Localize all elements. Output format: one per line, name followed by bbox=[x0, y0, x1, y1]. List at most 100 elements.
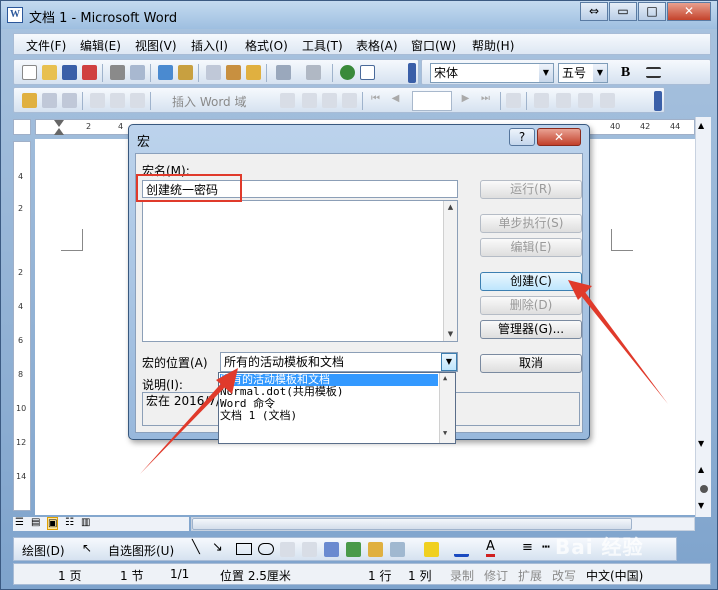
merge-to-document-icon[interactable] bbox=[534, 93, 549, 108]
scroll-down-icon[interactable]: ▼ bbox=[698, 439, 704, 448]
toolbar-options-icon[interactable] bbox=[408, 63, 416, 83]
chevron-down-icon[interactable]: ▼ bbox=[593, 64, 607, 82]
print-icon[interactable] bbox=[110, 65, 125, 80]
vertical-scrollbar[interactable]: ▲ ▼ ▲ ▼ bbox=[695, 117, 711, 517]
next-record-icon[interactable]: ▶ bbox=[458, 93, 473, 108]
delete-button[interactable]: 删除(D) bbox=[480, 296, 582, 315]
insert-word-field-menu[interactable]: 插入 Word 域 bbox=[172, 93, 246, 110]
macro-list-scrollbar[interactable]: ▲ ▼ bbox=[443, 201, 457, 341]
menu-file[interactable]: 文件(F) bbox=[26, 37, 66, 54]
scroll-down-icon[interactable]: ▼ bbox=[444, 328, 457, 341]
select-objects-icon[interactable]: ↖ bbox=[82, 541, 92, 555]
normal-view-icon[interactable]: ☰ bbox=[15, 517, 24, 528]
find-entry-icon[interactable] bbox=[506, 93, 521, 108]
horizontal-scrollbar[interactable] bbox=[191, 517, 695, 531]
tab-selector[interactable] bbox=[13, 119, 31, 135]
bold-button[interactable]: B bbox=[618, 65, 633, 80]
web-layout-icon[interactable]: ▤ bbox=[31, 517, 40, 528]
scroll-down-icon[interactable]: ▼ bbox=[443, 429, 447, 437]
undo-icon[interactable] bbox=[276, 65, 291, 80]
oval-icon[interactable] bbox=[258, 543, 274, 555]
fill-color-icon[interactable] bbox=[424, 542, 439, 557]
open-folder-icon[interactable] bbox=[42, 65, 57, 80]
font-color-icon[interactable]: A bbox=[486, 540, 495, 557]
copy-icon[interactable] bbox=[206, 65, 221, 80]
edit-button[interactable]: 编辑(E) bbox=[480, 238, 582, 257]
run-button[interactable]: 运行(R) bbox=[480, 180, 582, 199]
view-merged-data-icon[interactable] bbox=[280, 93, 295, 108]
vertical-ruler[interactable]: 4 2 2 4 6 8 10 12 14 bbox=[13, 141, 31, 511]
restore-down-icon[interactable]: ⇔ bbox=[580, 2, 608, 21]
arrow-icon[interactable]: ↘ bbox=[212, 540, 223, 555]
propagate-labels-icon[interactable] bbox=[342, 93, 357, 108]
first-record-icon[interactable]: ⏮ bbox=[368, 93, 383, 108]
browse-object-icon[interactable] bbox=[700, 485, 708, 493]
menu-format[interactable]: 格式(O) bbox=[245, 37, 288, 54]
previous-record-icon[interactable]: ◀ bbox=[388, 93, 403, 108]
status-overtype[interactable]: 改写 bbox=[552, 567, 576, 584]
status-track-changes[interactable]: 修订 bbox=[484, 567, 508, 584]
insert-picture-icon[interactable] bbox=[390, 542, 405, 557]
chevron-down-icon[interactable]: ▼ bbox=[441, 353, 457, 371]
macro-location-select[interactable]: 所有的活动模板和文档 ▼ bbox=[220, 352, 458, 372]
rectangle-icon[interactable] bbox=[236, 543, 252, 555]
save-icon[interactable] bbox=[62, 65, 77, 80]
menu-insert[interactable]: 插入(I) bbox=[191, 37, 228, 54]
merge-to-fax-icon[interactable] bbox=[600, 93, 615, 108]
print-layout-icon[interactable]: ▣ bbox=[47, 517, 59, 530]
paste-icon[interactable] bbox=[226, 65, 241, 80]
step-into-button[interactable]: 单步执行(S) bbox=[480, 214, 582, 233]
help-button[interactable]: ? bbox=[509, 128, 535, 146]
recipients-icon[interactable] bbox=[62, 93, 77, 108]
insert-fields-icon[interactable] bbox=[130, 93, 145, 108]
clip-art-icon[interactable] bbox=[368, 542, 383, 557]
line-icon[interactable]: ╲ bbox=[192, 540, 200, 555]
draw-menu[interactable]: 绘图(D) bbox=[22, 542, 65, 559]
main-document-setup-icon[interactable] bbox=[22, 93, 37, 108]
chevron-down-icon[interactable]: ▼ bbox=[539, 64, 553, 82]
scroll-up-icon[interactable]: ▲ bbox=[698, 121, 704, 130]
status-record-macro[interactable]: 录制 bbox=[450, 567, 474, 584]
minimize-button[interactable]: ▭ bbox=[609, 2, 637, 21]
spelling-icon[interactable] bbox=[158, 65, 173, 80]
outline-view-icon[interactable]: ☷ bbox=[65, 517, 74, 528]
hyperlink-icon[interactable] bbox=[340, 65, 355, 80]
create-button[interactable]: 创建(C) bbox=[480, 272, 582, 291]
scroll-up-icon[interactable]: ▲ bbox=[444, 201, 457, 214]
reading-layout-icon[interactable]: ▥ bbox=[81, 517, 90, 528]
insert-table-icon[interactable] bbox=[360, 65, 375, 80]
line-color-icon[interactable] bbox=[454, 542, 469, 557]
last-record-icon[interactable]: ⏭ bbox=[478, 93, 493, 108]
wordart-icon[interactable] bbox=[324, 542, 339, 557]
scroll-up-icon[interactable]: ▲ bbox=[443, 374, 447, 382]
hanging-indent-marker[interactable] bbox=[54, 128, 64, 135]
vertical-text-box-icon[interactable] bbox=[302, 542, 317, 557]
first-line-indent-marker[interactable] bbox=[54, 120, 64, 127]
macro-list[interactable]: ▲ ▼ bbox=[142, 200, 458, 342]
merge-to-printer-icon[interactable] bbox=[556, 93, 571, 108]
insert-greeting-icon[interactable] bbox=[110, 93, 125, 108]
cancel-button[interactable]: 取消 bbox=[480, 354, 582, 373]
horizontal-scroll-thumb[interactable] bbox=[192, 518, 632, 530]
menu-window[interactable]: 窗口(W) bbox=[411, 37, 456, 54]
maximize-button[interactable]: □ bbox=[638, 2, 666, 21]
redo-icon[interactable] bbox=[306, 65, 321, 80]
dialog-close-button[interactable]: ✕ bbox=[537, 128, 581, 146]
dash-style-icon[interactable]: ┅ bbox=[542, 540, 550, 555]
insert-address-icon[interactable] bbox=[90, 93, 105, 108]
diagram-icon[interactable] bbox=[346, 542, 361, 557]
menu-edit[interactable]: 编辑(E) bbox=[80, 37, 121, 54]
new-document-icon[interactable] bbox=[22, 65, 37, 80]
font-name-combo[interactable]: 宋体 ▼ bbox=[430, 63, 554, 83]
menu-view[interactable]: 视图(V) bbox=[135, 37, 177, 54]
status-extend[interactable]: 扩展 bbox=[518, 567, 542, 584]
font-size-combo[interactable]: 五号 ▼ bbox=[558, 63, 608, 83]
line-style-icon[interactable]: ≡ bbox=[522, 540, 533, 555]
match-fields-icon[interactable] bbox=[322, 93, 337, 108]
menu-table[interactable]: 表格(A) bbox=[356, 37, 398, 54]
toolbar-options-icon[interactable] bbox=[654, 91, 662, 111]
previous-page-icon[interactable]: ▲ bbox=[698, 465, 704, 474]
menu-help[interactable]: 帮助(H) bbox=[472, 37, 514, 54]
autoshapes-menu[interactable]: 自选图形(U) bbox=[108, 542, 174, 559]
dropdown-option[interactable]: 文档 1 (文档) bbox=[220, 410, 297, 422]
